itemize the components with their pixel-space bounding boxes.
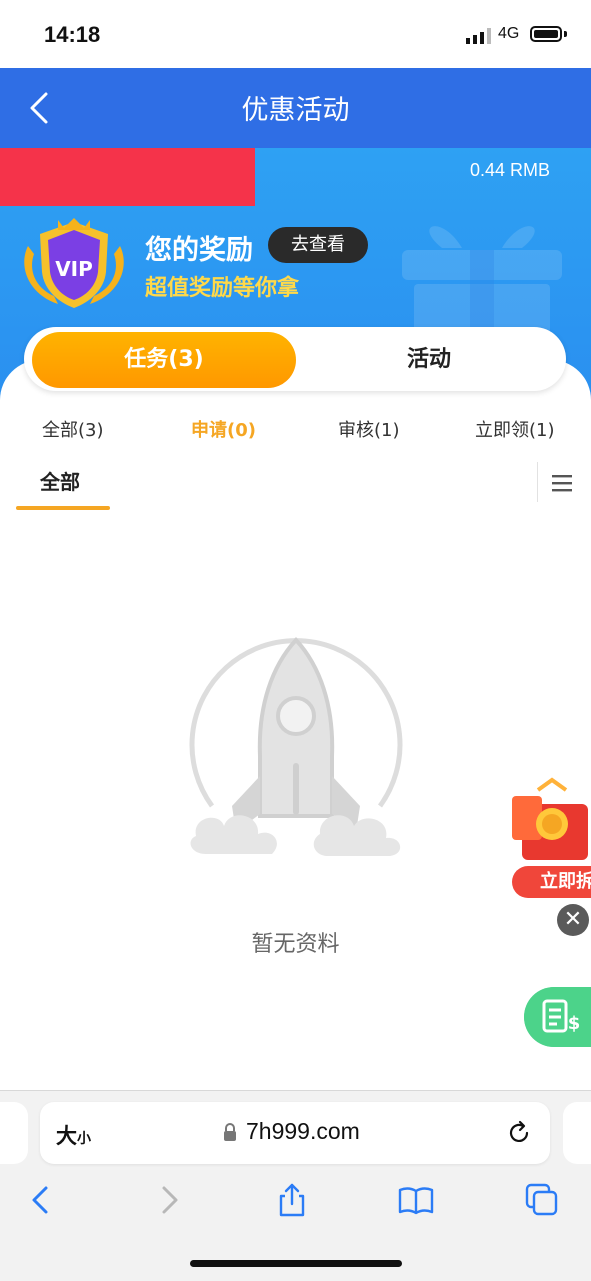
text-size-button[interactable]: 大小 (56, 1120, 91, 1150)
tabs-icon[interactable] (524, 1182, 560, 1218)
filter-all[interactable]: 全部(3) (42, 416, 104, 442)
home-indicator (190, 1260, 402, 1267)
share-icon[interactable] (274, 1182, 310, 1218)
next-tab-preview[interactable] (563, 1102, 591, 1164)
status-time: 14:18 (44, 22, 101, 47)
battery-tip (564, 31, 567, 37)
subtab-all[interactable]: 全部 (40, 466, 80, 495)
tab-tasks[interactable]: 任务(3) (32, 332, 296, 388)
signal-icon (466, 28, 491, 44)
battery-icon (530, 26, 562, 42)
filter-claim[interactable]: 立即领(1) (475, 416, 555, 442)
text-size-small: 小 (77, 1131, 91, 1147)
balance-value: 0.44 RMB (470, 160, 551, 180)
browser-forward-icon[interactable] (150, 1182, 186, 1218)
cash-list-icon[interactable]: $ (524, 987, 591, 1047)
subtab-underline (16, 506, 110, 510)
empty-state-text: 暂无资料 (251, 932, 340, 957)
text-size-big: 大 (56, 1124, 77, 1148)
bookmarks-icon[interactable] (398, 1182, 434, 1218)
prev-tab-preview[interactable] (0, 1102, 28, 1164)
divider (537, 462, 538, 502)
reward-subtitle: 超值奖励等你拿 (145, 276, 300, 301)
filter-apply[interactable]: 申请(0) (191, 416, 256, 442)
reward-title: 您的奖励 (145, 235, 253, 266)
close-promo-button[interactable]: ✕ (557, 904, 589, 936)
page-title: 优惠活动 (241, 95, 350, 126)
lock-icon (224, 1123, 236, 1141)
view-rewards-button[interactable]: 去查看 (268, 227, 368, 263)
vip-badge-text: VIP (55, 257, 93, 281)
tab-activities[interactable]: 活动 (300, 332, 558, 388)
svg-text:$: $ (568, 1013, 581, 1034)
red-progress-bar (0, 148, 255, 206)
vip-badge-icon: VIP (24, 218, 124, 308)
reload-icon[interactable] (506, 1120, 532, 1146)
browser-back-icon[interactable] (24, 1182, 60, 1218)
rocket-empty-icon (189, 637, 403, 856)
url-text[interactable]: 7h999.com (246, 1118, 360, 1145)
network-label: 4G (498, 25, 520, 42)
menu-icon[interactable] (551, 472, 573, 494)
gift-icon (402, 226, 562, 334)
promo-label[interactable]: 立即拆 (512, 866, 591, 898)
filter-review[interactable]: 审核(1) (338, 416, 400, 442)
